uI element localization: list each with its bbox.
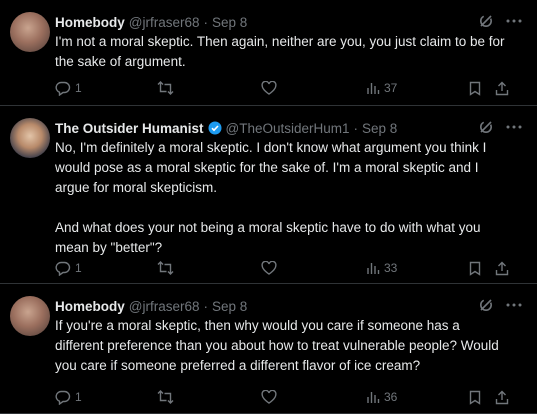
verified-badge-icon[interactable] [208, 121, 222, 135]
views-button[interactable]: 36 [366, 390, 397, 404]
user-handle[interactable]: @TheOutsiderHum1 [226, 121, 350, 136]
bookmark-button[interactable] [469, 81, 481, 96]
retweet-button[interactable] [157, 390, 178, 404]
separator-dot: · [203, 14, 209, 30]
retweet-icon [157, 261, 174, 275]
like-button[interactable] [261, 390, 281, 404]
tweet-actions: 1 33 [55, 258, 525, 278]
more-icon[interactable] [505, 118, 523, 136]
views-icon [366, 81, 380, 95]
grok-icon[interactable] [477, 12, 495, 30]
share-button[interactable] [495, 261, 509, 276]
share-icon [495, 81, 509, 96]
tweet[interactable]: The Outsider Humanist @TheOutsiderHum1 ·… [0, 106, 537, 284]
tweet-text: If you're a moral skeptic, then why woul… [55, 318, 499, 373]
like-button[interactable] [261, 81, 281, 95]
tweet-header: Homebody @jrfraser68 · Sep 8 [55, 12, 525, 32]
grok-icon[interactable] [477, 296, 495, 314]
reply-icon [55, 80, 71, 96]
like-button[interactable] [261, 261, 281, 275]
bookmark-icon [469, 261, 481, 276]
tweet-date[interactable]: Sep 8 [212, 15, 247, 30]
grok-icon[interactable] [477, 118, 495, 136]
separator-dot: · [203, 298, 209, 314]
bookmark-icon [469, 81, 481, 96]
like-icon [261, 81, 277, 95]
views-button[interactable]: 33 [366, 261, 397, 275]
tweet-text: I'm not a moral skeptic. Then again, nei… [55, 34, 505, 69]
tweet[interactable]: Homebody @jrfraser68 · Sep 8 I'm not a m… [0, 0, 537, 106]
views-button[interactable]: 37 [366, 81, 397, 95]
avatar[interactable] [10, 118, 50, 158]
avatar[interactable] [10, 12, 50, 52]
views-count: 36 [384, 390, 398, 404]
reply-icon [55, 389, 71, 405]
tweet-date[interactable]: Sep 8 [212, 299, 247, 314]
avatar[interactable] [10, 296, 50, 336]
retweet-button[interactable] [157, 81, 178, 95]
like-icon [261, 261, 277, 275]
tweet-date[interactable]: Sep 8 [362, 121, 397, 136]
reply-icon [55, 260, 71, 276]
reply-button[interactable]: 1 [55, 260, 82, 276]
views-count: 37 [384, 81, 398, 95]
reply-count: 1 [75, 81, 82, 95]
tweet-header: The Outsider Humanist @TheOutsiderHum1 ·… [55, 118, 525, 138]
bookmark-icon [469, 390, 481, 405]
tweet-text: No, I'm definitely a moral skeptic. I do… [55, 140, 487, 255]
share-button[interactable] [495, 390, 509, 405]
share-button[interactable] [495, 81, 509, 96]
bookmark-button[interactable] [469, 261, 481, 276]
reply-button[interactable]: 1 [55, 389, 82, 405]
share-icon [495, 390, 509, 405]
tweet-actions: 1 37 [55, 78, 525, 98]
user-handle[interactable]: @jrfraser68 [129, 15, 200, 30]
retweet-icon [157, 390, 174, 404]
views-count: 33 [384, 261, 398, 275]
retweet-button[interactable] [157, 261, 178, 275]
views-icon [366, 390, 380, 404]
like-icon [261, 390, 277, 404]
reply-count: 1 [75, 261, 82, 275]
display-name[interactable]: Homebody [55, 15, 125, 30]
tweet[interactable]: Homebody @jrfraser68 · Sep 8 If you're a… [0, 284, 537, 414]
bookmark-button[interactable] [469, 390, 481, 405]
separator-dot: · [353, 120, 359, 136]
views-icon [366, 261, 380, 275]
display-name[interactable]: Homebody [55, 299, 125, 314]
more-icon[interactable] [505, 296, 523, 314]
display-name[interactable]: The Outsider Humanist [55, 121, 204, 136]
tweet-actions: 1 36 [55, 387, 525, 407]
more-icon[interactable] [505, 12, 523, 30]
reply-count: 1 [75, 390, 82, 404]
tweet-header: Homebody @jrfraser68 · Sep 8 [55, 296, 525, 316]
retweet-icon [157, 81, 174, 95]
reply-button[interactable]: 1 [55, 80, 82, 96]
user-handle[interactable]: @jrfraser68 [129, 299, 200, 314]
share-icon [495, 261, 509, 276]
